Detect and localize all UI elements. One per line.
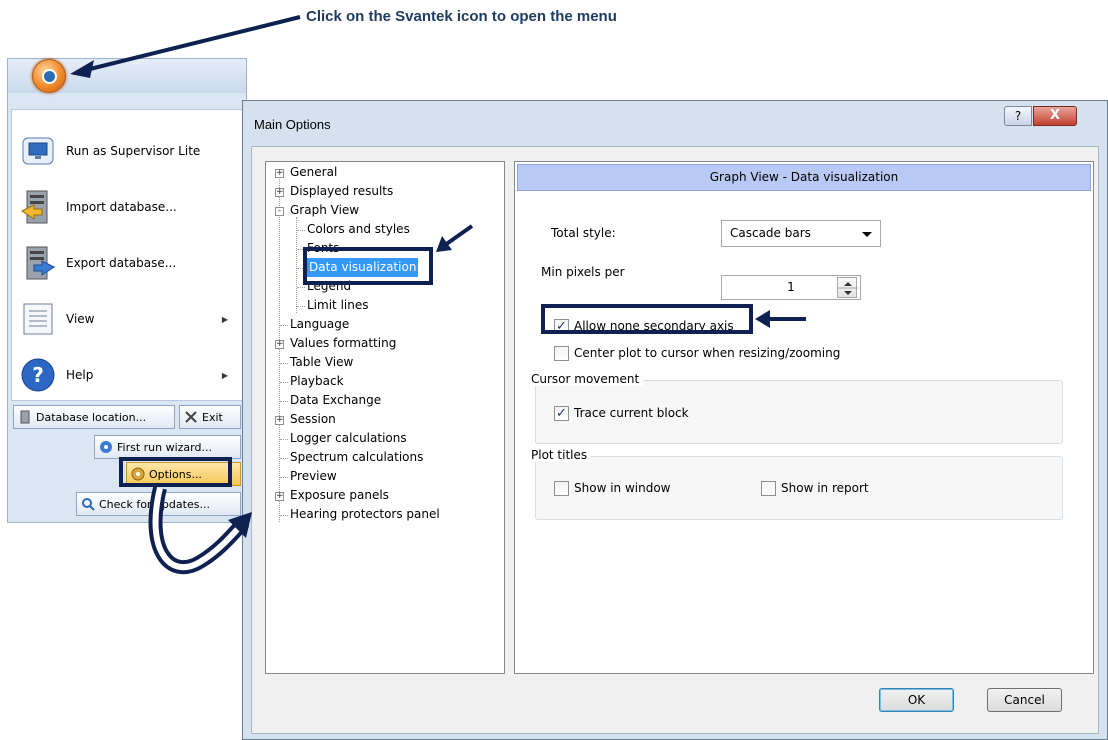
annotation-arrows [70,15,806,575]
arrow-to-svantek-icon [85,15,301,72]
curved-arrow-to-dialog [148,486,250,575]
arrow-to-data-visualization [443,224,474,247]
